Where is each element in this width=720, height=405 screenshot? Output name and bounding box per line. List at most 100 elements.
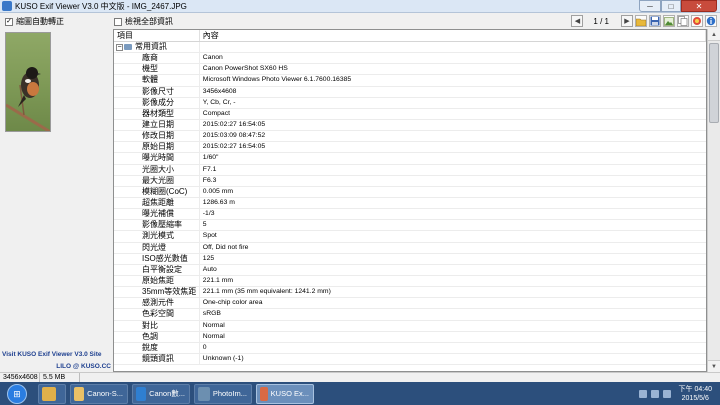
table-row[interactable]: 器材類型 Compact — [114, 108, 706, 120]
taskbar-app-button[interactable]: KUSO Ex... — [256, 383, 314, 404]
item-cell: 原始日期 — [114, 142, 200, 153]
value-cell: Compact — [202, 109, 230, 117]
table-row[interactable]: 原始日期 2015:02:27 16:54:05 — [114, 142, 706, 154]
value-cell: 0.005 mm — [202, 187, 234, 195]
table-row[interactable]: 影像成分 Y, Cb, Cr, - — [114, 97, 706, 109]
table-row[interactable]: 曝光時間 1/60" — [114, 153, 706, 165]
item-cell: 影像成分 — [114, 97, 200, 108]
table-row[interactable]: 色彩空間 sRGB — [114, 309, 706, 321]
value-cell: 1/60" — [202, 154, 219, 162]
table-row[interactable]: 光圈大小 F7.1 — [114, 164, 706, 176]
table-row[interactable]: 廠商 Canon — [114, 53, 706, 65]
table-header: 項目 內容 — [114, 30, 706, 42]
minimize-button[interactable]: ─ — [639, 0, 661, 12]
info-icon[interactable] — [705, 15, 717, 27]
save-icon[interactable] — [649, 15, 661, 27]
collapse-icon[interactable]: − — [116, 43, 123, 51]
taskbar-apps: Canon-S... Canon數... PhotoIm... KUSO Ex... — [34, 383, 314, 404]
status-filesize: 5.5 MB — [40, 373, 80, 382]
table-row[interactable]: 對比 Normal — [114, 320, 706, 332]
app-icon — [260, 386, 268, 401]
table-row[interactable]: 色調 Normal — [114, 331, 706, 343]
table-row[interactable]: 35mm等效焦距 221.1 mm (35 mm equivalent: 1241… — [114, 287, 706, 299]
item-cell: 35mm等效焦距 — [114, 287, 200, 298]
close-button[interactable]: ✕ — [681, 0, 717, 12]
value-cell: 2015:02:27 16:54:05 — [202, 143, 266, 151]
vertical-scrollbar[interactable]: ▲ ▼ — [707, 29, 720, 372]
item-cell: ISO感光數值 — [114, 253, 200, 264]
table-row[interactable]: 銳度 0 — [114, 342, 706, 354]
item-cell: 色調 — [114, 331, 200, 342]
photo-thumbnail[interactable] — [5, 32, 51, 132]
next-button[interactable]: ▶ — [621, 15, 633, 27]
table-row[interactable]: 閃光燈 Off, Did not fire — [114, 242, 706, 254]
item-cell: 機型 — [114, 64, 200, 75]
table-row[interactable]: 修改日期 2015:03:09 08:47:52 — [114, 131, 706, 143]
group-label: 常用資訊 — [135, 42, 167, 52]
checkbox-box[interactable]: ✓ — [5, 17, 13, 26]
maximize-button[interactable]: □ — [661, 0, 681, 12]
scroll-up-icon[interactable]: ▲ — [708, 29, 720, 41]
taskbar-app-label: PhotoIm... — [212, 389, 247, 398]
status-dimensions: 3456x4608 — [0, 373, 40, 382]
item-cell: 建立日期 — [114, 119, 200, 131]
value-cell: 2015:02:27 16:54:05 — [202, 121, 266, 129]
clock-date: 2015/5/6 — [681, 394, 709, 402]
show-all-checkbox[interactable]: 檢視全部資訊 — [114, 16, 173, 27]
image-icon[interactable] — [663, 15, 675, 27]
color-icon[interactable] — [691, 15, 703, 27]
tray-network-icon[interactable] — [650, 389, 659, 398]
tray-volume-icon[interactable] — [662, 389, 671, 398]
table-row[interactable]: 建立日期 2015:02:27 16:54:05 — [114, 119, 706, 132]
value-cell: One-chip color area — [202, 299, 263, 307]
author-link[interactable]: LILO @ KUSO.CC — [56, 363, 111, 370]
table-row[interactable]: ISO感光數值 125 — [114, 253, 706, 265]
table-row[interactable]: 影像壓縮率 5 — [114, 220, 706, 232]
value-cell: Spot — [202, 232, 217, 240]
prev-button[interactable]: ◀ — [571, 15, 584, 27]
checkbox-box[interactable] — [114, 17, 122, 26]
visit-site-link[interactable]: Visit KUSO Exif Viewer V3.0 Site — [2, 351, 101, 358]
clock[interactable]: 下午 04:40 2015/5/6 — [679, 385, 712, 403]
table-row[interactable]: 模糊圈(CoC) 0.005 mm — [114, 186, 706, 198]
auto-rotate-label: 縮圖自動轉正 — [16, 17, 64, 26]
taskbar-app-button[interactable]: PhotoIm... — [194, 383, 252, 404]
table-row[interactable]: 感測元件 One-chip color area — [114, 298, 706, 310]
value-cell: 2015:03:09 08:47:52 — [202, 132, 266, 140]
taskbar-app-button[interactable] — [38, 383, 66, 404]
taskbar-app-button[interactable]: Canon數... — [132, 383, 190, 404]
auto-rotate-checkbox[interactable]: ✓ 縮圖自動轉正 — [5, 16, 64, 27]
item-cell: 影像壓縮率 — [114, 220, 200, 231]
column-header-value[interactable]: 內容 — [200, 30, 706, 41]
table-row[interactable]: 機型 Canon PowerShot SX60 HS — [114, 64, 706, 76]
table-row[interactable]: 軟體 Microsoft Windows Photo Viewer 6.1.760… — [114, 75, 706, 87]
start-button[interactable]: ⊞ — [0, 383, 34, 405]
item-cell: 銳度 — [114, 342, 200, 353]
copy-icon[interactable] — [677, 15, 689, 27]
item-cell: 影像尺寸 — [114, 86, 200, 97]
item-cell: 最大光圈 — [114, 175, 200, 186]
table-row[interactable]: 最大光圈 F6.3 — [114, 175, 706, 187]
table-row[interactable]: 測光模式 Spot — [114, 231, 706, 243]
taskbar-app-button[interactable]: Canon-S... — [70, 383, 128, 404]
column-header-item[interactable]: 項目 — [114, 30, 200, 41]
open-folder-icon[interactable] — [635, 15, 647, 27]
item-cell: 廠商 — [114, 53, 200, 64]
value-cell: Unknown (-1) — [202, 355, 244, 362]
item-cell: 曝光時間 — [114, 153, 200, 164]
tray-flag-icon[interactable] — [638, 389, 647, 398]
window-title: KUSO Exif Viewer V3.0 中文版 - IMG_2467.JPG — [15, 1, 187, 11]
table-row[interactable]: 影像尺寸 3456x4608 — [114, 86, 706, 98]
item-cell: 超焦距離 — [114, 197, 200, 209]
group-row-common[interactable]: − 常用資訊 — [114, 42, 706, 54]
table-row[interactable]: 曝光補償 -1/3 — [114, 209, 706, 221]
item-cell: 白平衡設定 — [114, 264, 200, 275]
taskbar-app-label: KUSO Ex... — [270, 389, 309, 398]
scrollbar-thumb[interactable] — [709, 43, 719, 123]
table-row[interactable]: 原始焦距 221.1 mm — [114, 275, 706, 288]
scroll-down-icon[interactable]: ▼ — [708, 360, 720, 372]
table-row[interactable]: 超焦距離 1286.63 m — [114, 197, 706, 210]
app-icon — [198, 386, 210, 401]
table-row[interactable]: 鏡頭資訊 Unknown (-1) — [114, 353, 706, 366]
table-row[interactable]: 白平衡設定 Auto — [114, 264, 706, 276]
